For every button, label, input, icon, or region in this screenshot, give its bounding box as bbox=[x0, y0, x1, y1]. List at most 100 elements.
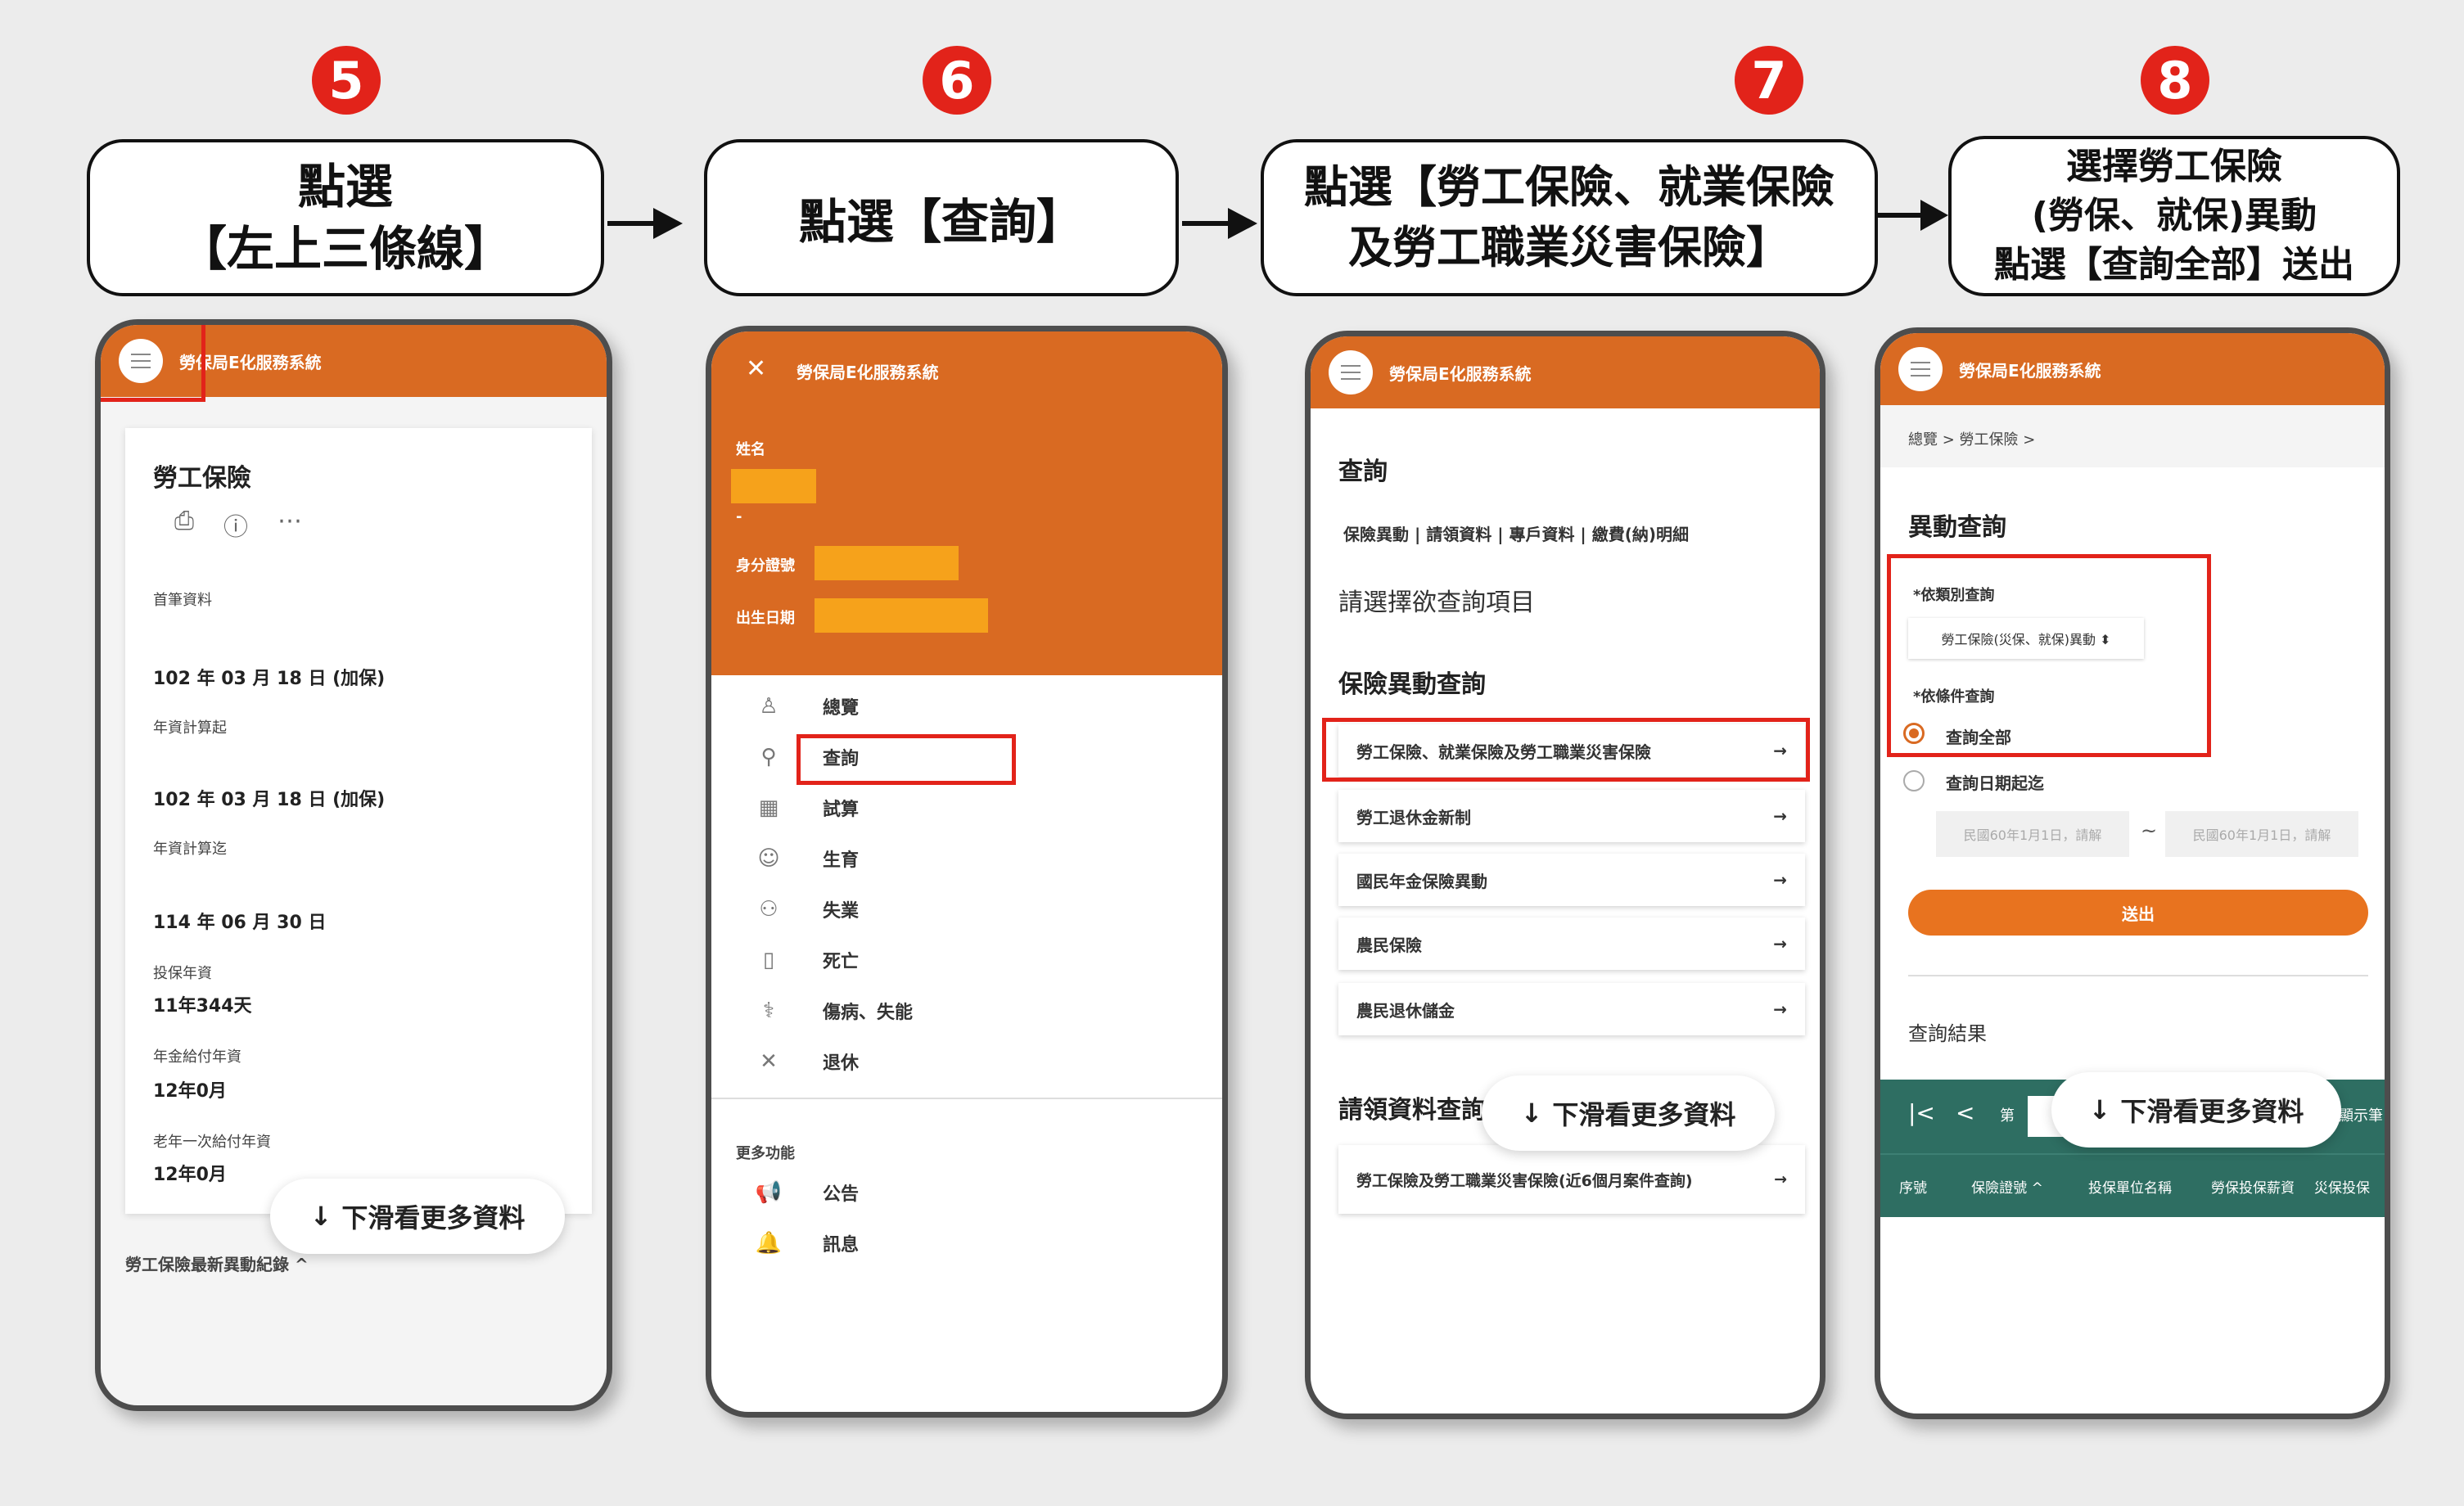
step-7-box: 點選【勞工保險、就業保險 及勞工職業災害保險】 bbox=[1261, 139, 1878, 296]
first-page-icon[interactable]: |< bbox=[1908, 1099, 1935, 1126]
step-5-number: 5 bbox=[312, 46, 381, 115]
scroll-hint[interactable]: ↓ 下滑看更多資料 bbox=[1482, 1075, 1775, 1151]
menu-messages[interactable]: 🔔 訊息 bbox=[754, 1230, 859, 1256]
arrow-right-icon: → bbox=[1773, 870, 1787, 890]
name-label: 姓名 bbox=[736, 441, 765, 458]
dash: - bbox=[736, 508, 742, 525]
card-title: 勞工保險 bbox=[153, 464, 251, 493]
arrow-down-icon: ↓ bbox=[2088, 1094, 2111, 1125]
col-employer: 投保單位名稱 bbox=[2088, 1179, 2172, 1197]
arrow-right-icon bbox=[1182, 208, 1257, 239]
menu-retirement[interactable]: ✕ 退休 bbox=[754, 1048, 859, 1075]
seniority-end-value: 114 年 06 月 30 日 bbox=[153, 913, 327, 933]
submit-button[interactable]: 送出 bbox=[1908, 890, 2368, 936]
col-occupational-salary: 災保投保 bbox=[2314, 1179, 2370, 1197]
lump-sum-years-value: 12年0月 bbox=[153, 1165, 227, 1185]
first-record-value: 102 年 03 月 18 日 (加保) bbox=[153, 669, 386, 689]
highlight-query bbox=[797, 734, 1016, 785]
retirement-icon: ✕ bbox=[760, 1049, 778, 1074]
step-8-number: 8 bbox=[2141, 46, 2209, 115]
id-redacted bbox=[815, 546, 959, 580]
step-7-line1: 點選【勞工保險、就業保險 bbox=[1304, 161, 1834, 213]
arrow-right-icon: → bbox=[1773, 999, 1787, 1019]
latest-changes-link[interactable]: 勞工保險最新異動紀錄 ^ bbox=[125, 1251, 309, 1275]
breadcrumb[interactable]: 總覽 > 勞工保險 > bbox=[1908, 428, 2035, 449]
item-farmer-insurance[interactable]: 農民保險 → bbox=[1338, 918, 1805, 970]
menu-disability[interactable]: ⚕ 傷病、失能 bbox=[754, 998, 913, 1024]
col-insurance-no[interactable]: 保險證號 ^ bbox=[1946, 1176, 2069, 1197]
step-6-box: 點選【查詢】 bbox=[704, 139, 1179, 296]
first-record-label: 首筆資料 bbox=[153, 592, 212, 609]
insured-years-value: 11年344天 bbox=[153, 996, 252, 1017]
step-6-line1: 點選【查詢】 bbox=[798, 194, 1084, 250]
arrow-right-icon: → bbox=[1773, 806, 1787, 826]
date-from-input[interactable]: 民國60年1月1日，請解 bbox=[1936, 811, 2129, 857]
hamburger-menu-icon[interactable] bbox=[1898, 347, 1943, 391]
insurance-change-title: 保險異動查詢 bbox=[1338, 670, 1486, 699]
drawer-app-title: 勞保局E化服務系統 bbox=[797, 363, 939, 382]
results-title: 查詢結果 bbox=[1908, 1022, 1987, 1045]
scroll-hint-label: 下滑看更多資料 bbox=[2120, 1096, 2304, 1127]
id-label: 身分證號 bbox=[736, 557, 795, 575]
query-prompt: 請選擇欲查詢項目 bbox=[1338, 588, 1535, 617]
step-7-line2: 及勞工職業災害保險】 bbox=[1348, 222, 1790, 273]
more-icon[interactable]: ⋯ bbox=[278, 507, 302, 543]
info-icon[interactable]: ⓘ bbox=[223, 507, 248, 543]
print-icon[interactable]: ⎙ bbox=[174, 507, 194, 543]
hamburger-menu-icon[interactable] bbox=[1329, 350, 1373, 395]
scroll-hint[interactable]: ↓ 下滑看更多資料 bbox=[270, 1179, 565, 1254]
menu-unemployment[interactable]: ⚇ 失業 bbox=[754, 896, 859, 922]
item-farmer-pension[interactable]: 農民退休儲金 → bbox=[1338, 983, 1805, 1035]
page-label: 第 bbox=[2000, 1107, 2015, 1125]
step-6-number: 6 bbox=[923, 46, 991, 115]
phone-3-screen: 勞保局E化服務系統 查詢 保險異動 | 請領資料 | 專戶資料 | 繳費(納)明… bbox=[1305, 331, 1825, 1419]
menu-calculator[interactable]: ▦ 試算 bbox=[754, 795, 859, 821]
step-8-line3: 點選【查詢全部】送出 bbox=[1994, 244, 2354, 286]
step-8-box: 選擇勞工保險 (勞保、就保)異動 點選【查詢全部】送出 bbox=[1948, 136, 2400, 296]
maternity-icon: ☺ bbox=[757, 846, 780, 871]
menu-announcements[interactable]: 📢 公告 bbox=[754, 1179, 859, 1206]
prev-page-icon[interactable]: < bbox=[1956, 1099, 1974, 1126]
step-5-line1: 點選 bbox=[297, 159, 393, 214]
scroll-hint[interactable]: ↓ 下滑看更多資料 bbox=[2051, 1072, 2341, 1148]
menu-maternity[interactable]: ☺ 生育 bbox=[754, 845, 859, 872]
col-labor-salary: 勞保投保薪資 bbox=[2211, 1179, 2295, 1197]
app-header: 勞保局E化服務系統 bbox=[1880, 333, 2385, 405]
highlight-labor-insurance bbox=[1322, 718, 1810, 782]
arrow-right-icon bbox=[1878, 200, 1948, 231]
birth-redacted bbox=[815, 598, 988, 633]
date-to-input[interactable]: 民國60年1月1日，請解 bbox=[2165, 811, 2358, 857]
query-tabs[interactable]: 保險異動 | 請領資料 | 專戶資料 | 繳費(納)明細 bbox=[1343, 521, 1689, 545]
pension-years-value: 12年0月 bbox=[153, 1081, 227, 1102]
step-5-line2: 【左上三條線】 bbox=[178, 221, 512, 277]
divider bbox=[1908, 975, 2368, 976]
arrow-down-icon: ↓ bbox=[309, 1201, 332, 1232]
step-5-box: 點選 【左上三條線】 bbox=[87, 139, 604, 296]
seniority-start-value: 102 年 03 月 18 日 (加保) bbox=[153, 790, 386, 810]
arrow-right-icon: → bbox=[1774, 1170, 1787, 1188]
menu-death[interactable]: ▯ 死亡 bbox=[754, 947, 859, 973]
unemployment-icon: ⚇ bbox=[759, 897, 778, 922]
app-title: 勞保局E化服務系統 bbox=[1389, 363, 1532, 384]
insurance-card: 勞工保險 ⎙ ⓘ ⋯ 首筆資料 102 年 03 月 18 日 (加保) 年資計… bbox=[125, 428, 592, 1214]
arrow-right-icon bbox=[607, 208, 683, 239]
close-icon[interactable]: ✕ bbox=[746, 354, 766, 383]
name-redacted bbox=[731, 469, 816, 503]
item-national-pension[interactable]: 國民年金保險異動 → bbox=[1338, 854, 1805, 906]
menu-overview[interactable]: ♙ 總覽 bbox=[754, 693, 859, 719]
lump-sum-years-label: 老年一次給付年資 bbox=[153, 1134, 271, 1151]
step-8-line1: 選擇勞工保險 bbox=[2066, 146, 2282, 187]
arrow-right-icon: → bbox=[1773, 934, 1787, 954]
phone-2-screen: ✕ 勞保局E化服務系統 姓名 - 身分證號 出生日期 ♙ 總覽 ⚲ 查詢 ▦ 試算 ☺… bbox=[706, 326, 1228, 1418]
results-table-header: 序號 保險證號 ^ 投保單位名稱 勞保投保薪資 災保投保 bbox=[1880, 1153, 2385, 1217]
rows-per-page-label: 顯示筆 bbox=[2339, 1107, 2383, 1125]
date-tilde: ~ bbox=[2141, 819, 2158, 842]
pension-years-label: 年金給付年資 bbox=[153, 1048, 241, 1066]
page-title: 異動查詢 bbox=[1908, 513, 2006, 542]
radio-date-range[interactable] bbox=[1903, 770, 1925, 791]
item-labor-pension[interactable]: 勞工退休金新制 → bbox=[1338, 790, 1805, 842]
seniority-start-label: 年資計算起 bbox=[153, 719, 227, 737]
step-8-line2: (勞保、就保)異動 bbox=[2031, 195, 2317, 237]
item-claims[interactable]: 勞工保險及勞工職業災害保險(近6個月案件查詢) → bbox=[1338, 1145, 1805, 1214]
bell-icon: 🔔 bbox=[755, 1231, 783, 1256]
